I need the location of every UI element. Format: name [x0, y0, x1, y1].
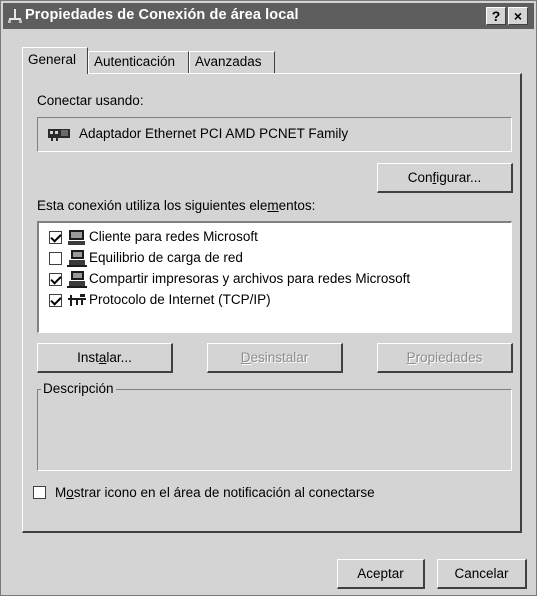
window-title: Propiedades de Conexión de área local: [25, 7, 299, 23]
show-icon-label: Mostrar icono en el área de notificación…: [55, 485, 375, 500]
title-bar[interactable]: Propiedades de Conexión de área local ? …: [3, 3, 534, 29]
properties-button[interactable]: Propiedades: [377, 343, 513, 373]
close-button[interactable]: ×: [508, 7, 528, 25]
protocol-icon: [68, 294, 86, 306]
connect-using-label: Conectar usando:: [37, 93, 144, 108]
cancel-button[interactable]: Cancelar: [437, 559, 527, 589]
elements-label: Esta conexión utiliza los siguientes ele…: [37, 198, 315, 213]
tab-label: Avanzadas: [195, 54, 262, 69]
configure-button[interactable]: Configurar...: [377, 163, 513, 193]
adapter-field: Adaptador Ethernet PCI AMD PCNET Family: [37, 117, 512, 152]
label-part: M: [55, 485, 67, 500]
button-label-part: esinstalar: [250, 350, 309, 365]
label-part: entos:: [278, 198, 316, 213]
checkbox[interactable]: [49, 273, 62, 286]
network-card-icon: [48, 129, 70, 141]
tab-label: Autenticación: [94, 54, 176, 69]
components-list[interactable]: Cliente para redes Microsoft Equilibrio …: [37, 221, 512, 333]
button-label-part: Inst: [77, 350, 99, 365]
label-part: strar icono en el área de notificación a…: [73, 485, 375, 500]
tab-general[interactable]: General: [22, 47, 88, 74]
computer-network-icon: [67, 271, 87, 288]
access-key: m: [267, 198, 279, 213]
description-group: [37, 389, 512, 471]
computer-network-icon: [67, 250, 87, 267]
item-label: Cliente para redes Microsoft: [89, 229, 258, 244]
properties-dialog: Propiedades de Conexión de área local ? …: [0, 0, 537, 596]
button-label-part: lar...: [106, 350, 132, 365]
access-key: P: [406, 350, 416, 365]
button-label-part: Con: [407, 170, 433, 185]
install-button[interactable]: Instalar...: [37, 343, 173, 373]
adapter-name: Adaptador Ethernet PCI AMD PCNET Family: [79, 126, 349, 141]
description-title: Descripción: [41, 381, 116, 396]
item-label: Compartir impresoras y archivos para red…: [89, 271, 411, 286]
tab-label: General: [28, 52, 77, 67]
button-label-part: igurar...: [436, 170, 482, 185]
help-button[interactable]: ?: [486, 7, 506, 25]
tab-autenticacion[interactable]: Autenticación: [88, 51, 189, 73]
tab-avanzadas[interactable]: Avanzadas: [189, 51, 275, 73]
access-key: o: [66, 485, 74, 500]
button-label-part: ropiedades: [415, 350, 483, 365]
uninstall-button[interactable]: Desinstalar: [207, 343, 343, 373]
computer-monitor-icon: [68, 230, 85, 245]
item-label: Equilibrio de carga de red: [89, 250, 243, 265]
network-connection-icon: [8, 9, 22, 23]
label-part: Esta conexión utiliza los siguientes ele: [37, 198, 268, 213]
checkbox[interactable]: [49, 252, 62, 265]
item-label: Protocolo de Internet (TCP/IP): [89, 292, 271, 307]
checkbox[interactable]: [49, 294, 62, 307]
show-icon-checkbox[interactable]: [33, 486, 46, 499]
ok-button[interactable]: Aceptar: [337, 559, 425, 589]
checkbox[interactable]: [49, 231, 62, 244]
